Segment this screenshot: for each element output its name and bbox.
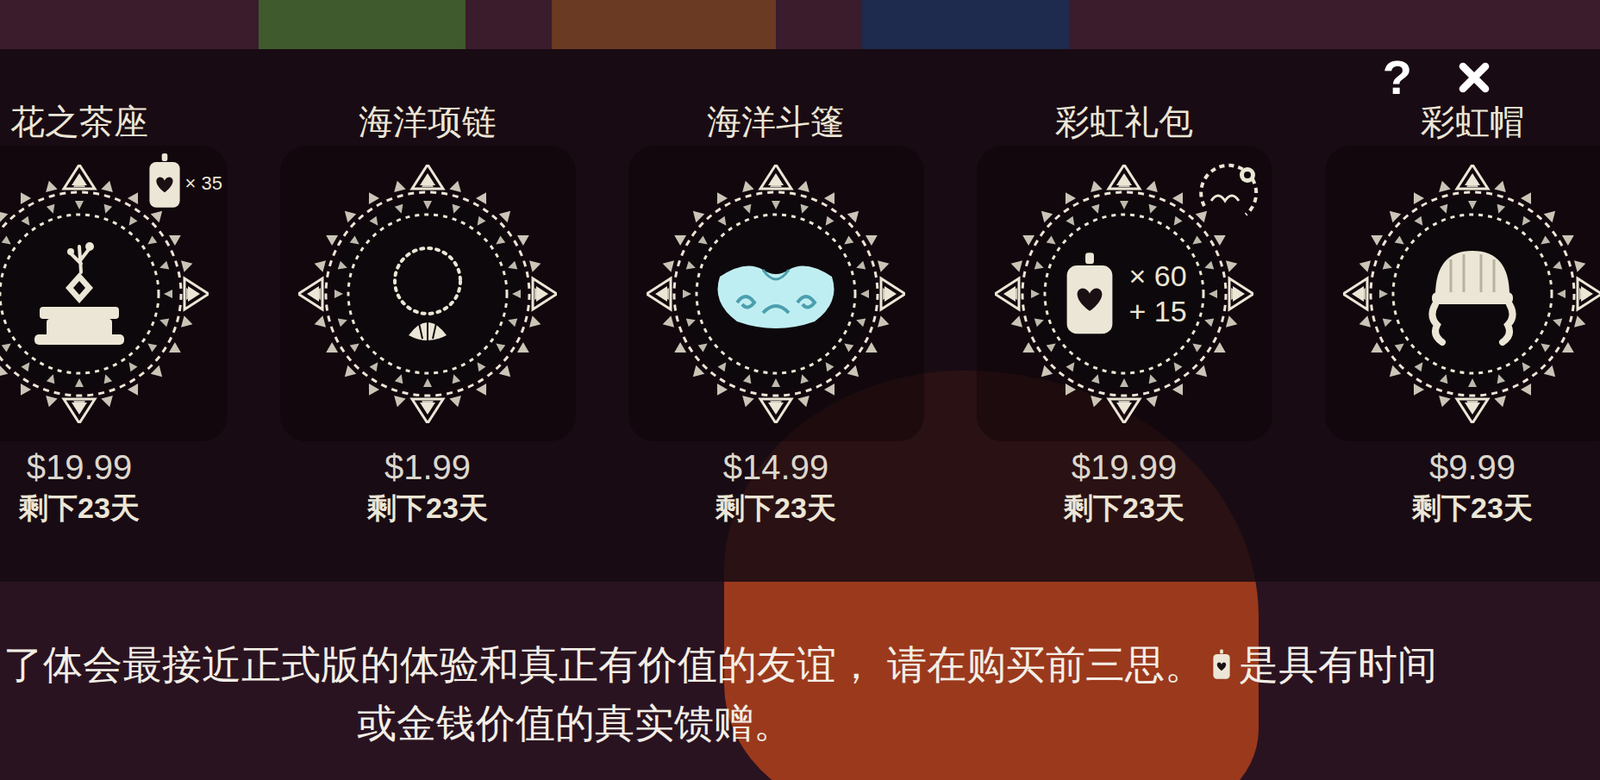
- item-name: 海洋项链: [358, 100, 497, 143]
- item-card[interactable]: [628, 145, 925, 442]
- item-price: $14.99: [723, 446, 829, 488]
- hat-icon: [1416, 242, 1529, 346]
- notice-text: 是具有时间: [1238, 635, 1438, 694]
- ornament-frame-icon: [994, 164, 1254, 424]
- candle-amount: × 60: [1128, 258, 1187, 294]
- item-remaining: 剩下23天: [715, 487, 837, 528]
- notice-text: 了体会最接近正式版的体验和真正有价值的友谊， 请在购买前三思。: [3, 635, 1205, 694]
- tea-table-icon: [27, 237, 132, 350]
- item-card[interactable]: [1325, 145, 1600, 442]
- candle-badge: × 35: [145, 152, 223, 210]
- item-remaining: 剩下23天: [367, 487, 488, 528]
- top-controls: ?: [1382, 51, 1499, 104]
- notice-line: 了体会最接近正式版的体验和真正有价值的友谊， 请在购买前三思。是具有时间: [0, 635, 1600, 694]
- shop-screen: 花之茶座× 35$19.99剩下23天海洋项链$1.99剩下23天海洋斗篷$14…: [0, 0, 1600, 780]
- item-price: $19.99: [26, 446, 132, 488]
- help-button[interactable]: ?: [1382, 51, 1413, 104]
- shop-item[interactable]: 彩虹礼包 × 60+ 15 $19.99剩下23天: [950, 100, 1299, 528]
- item-card[interactable]: × 35: [0, 145, 228, 442]
- notice-line: 或金钱价值的真实馈赠。: [0, 693, 1600, 753]
- close-button[interactable]: [1450, 53, 1499, 102]
- item-remaining: 剩下23天: [18, 487, 140, 528]
- wall-frames: [0, 0, 1600, 50]
- picture-frame: [551, 0, 776, 50]
- close-icon: [1451, 55, 1497, 100]
- necklace-icon: [375, 233, 480, 355]
- candle-amount: + 15: [1128, 293, 1187, 330]
- item-row: 花之茶座× 35$19.99剩下23天海洋项链$1.99剩下23天海洋斗篷$14…: [0, 100, 1600, 528]
- shop-item[interactable]: 海洋项链 $1.99剩下23天: [253, 100, 602, 528]
- item-remaining: 剩下23天: [1412, 487, 1533, 528]
- item-card[interactable]: × 60+ 15: [976, 145, 1273, 442]
- item-name: 海洋斗篷: [706, 100, 845, 143]
- item-name: 花之茶座: [10, 100, 149, 143]
- item-name: 彩虹帽: [1420, 100, 1525, 143]
- item-name: 彩虹礼包: [1055, 100, 1194, 143]
- shop-item[interactable]: 花之茶座 × 35 $19.99剩下23天: [0, 100, 254, 528]
- candle-badge-icon: [145, 152, 184, 210]
- item-price: $1.99: [384, 446, 471, 488]
- notice: 了体会最接近正式版的体验和真正有价值的友谊， 请在购买前三思。是具有时间或金钱价…: [0, 581, 1600, 753]
- item-price: $9.99: [1429, 446, 1516, 488]
- candle-icon: [1211, 649, 1232, 681]
- shop-item[interactable]: 彩虹帽 $9.99剩下23天: [1298, 100, 1600, 528]
- picture-frame: [258, 0, 466, 50]
- badge-count: × 35: [185, 168, 223, 198]
- candle-icon: [1061, 250, 1119, 338]
- candle-pack-content: × 60+ 15: [1061, 250, 1187, 338]
- shop-strip: 花之茶座× 35$19.99剩下23天海洋项链$1.99剩下23天海洋斗篷$14…: [0, 49, 1600, 582]
- item-remaining: 剩下23天: [1063, 487, 1185, 528]
- cape-icon: [711, 250, 841, 338]
- friendship-badge-icon: [1192, 157, 1265, 227]
- item-price: $19.99: [1071, 446, 1177, 488]
- shop-item[interactable]: 海洋斗篷 $14.99剩下23天: [601, 100, 950, 528]
- item-card[interactable]: [280, 145, 576, 442]
- ornament-frame-icon: [298, 164, 557, 424]
- picture-frame: [862, 0, 1069, 50]
